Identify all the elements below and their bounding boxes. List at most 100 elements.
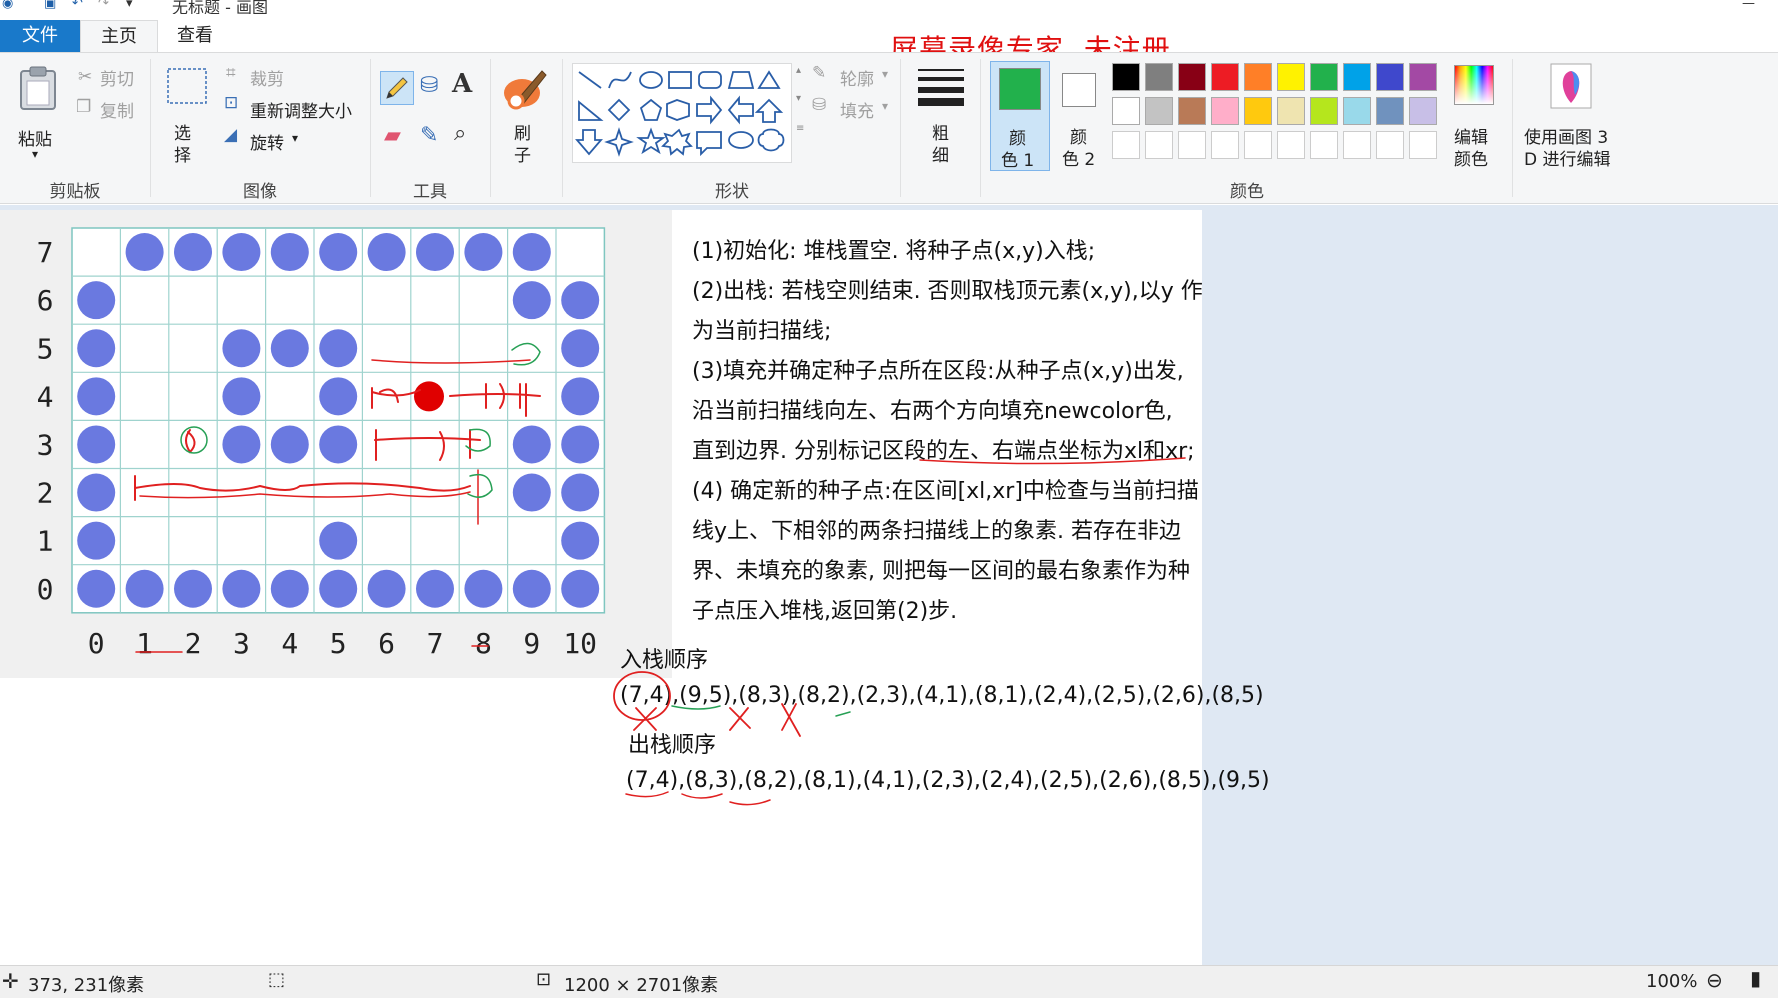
palette-swatch[interactable] — [1244, 131, 1272, 159]
copy-icon: ❐ — [76, 97, 92, 117]
palette-swatch[interactable] — [1277, 63, 1305, 91]
palette-swatch[interactable] — [1178, 97, 1206, 125]
palette-swatch[interactable] — [1409, 131, 1437, 159]
boundary-pixel-dot — [464, 233, 503, 272]
rotate-button[interactable]: 旋转 — [250, 129, 284, 154]
description-line: (4) 确定新的种子点:在区间[xl,xr]中检查与当前扫描 — [692, 479, 1199, 504]
palette-swatch[interactable] — [1112, 63, 1140, 91]
description-line: (3)填充并确定种子点所在区段:从种子点(x,y)出发, — [692, 359, 1184, 384]
palette-swatch[interactable] — [1376, 63, 1404, 91]
select-label: 选择 — [174, 124, 191, 166]
quick-access-dropdown-icon[interactable]: ▾ — [126, 0, 133, 11]
palette-swatch[interactable] — [1145, 131, 1173, 159]
shapes-scroll-down-icon[interactable]: ▾ — [796, 93, 801, 104]
outline-icon: ✎ — [812, 63, 827, 83]
boundary-pixel-dot — [464, 569, 503, 608]
x-axis-label: 7 — [427, 627, 444, 660]
color1-label-line2: 色 1 — [1001, 151, 1035, 171]
pencil-tool-button[interactable] — [380, 71, 414, 105]
edit-colors-button[interactable]: 编辑 颜色 — [1446, 59, 1502, 170]
palette-swatch[interactable] — [1112, 131, 1140, 159]
boundary-pixel-dot — [416, 233, 454, 272]
fill-dropdown-icon[interactable]: ▾ — [882, 99, 888, 113]
copy-button[interactable]: 复制 — [100, 97, 134, 122]
palette-swatch[interactable] — [1211, 97, 1239, 125]
brushes-button[interactable]: 刷子 — [496, 59, 554, 179]
palette-swatch[interactable] — [1277, 97, 1305, 125]
group-divider — [900, 59, 901, 197]
group-divider — [370, 59, 371, 197]
shapes-scroll-up-icon[interactable]: ▴ — [796, 65, 801, 76]
fill-button[interactable]: 填充 — [840, 97, 874, 122]
seed-point-dot — [414, 381, 444, 412]
palette-swatch[interactable] — [1178, 63, 1206, 91]
color1-button[interactable]: 颜 色 1 — [990, 61, 1050, 171]
group-divider — [490, 59, 491, 197]
boundary-pixel-dot — [77, 281, 116, 320]
minimize-icon[interactable]: — — [1742, 0, 1755, 11]
boundary-pixel-dot — [125, 569, 164, 608]
color2-button[interactable]: 颜 色 2 — [1054, 61, 1110, 171]
outline-dropdown-icon[interactable]: ▾ — [882, 67, 888, 81]
tab-view[interactable]: 查看 — [160, 20, 230, 52]
redo-icon[interactable]: ↷ — [98, 0, 109, 11]
rotate-dropdown-icon[interactable]: ▾ — [292, 131, 298, 145]
boundary-pixel-dot — [512, 569, 551, 608]
cursor-position: 373, 231像素 — [28, 975, 145, 996]
palette-swatch[interactable] — [1211, 63, 1239, 91]
palette-swatch[interactable] — [1277, 131, 1305, 159]
tab-file[interactable]: 文件 — [0, 20, 80, 52]
zoom-out-icon[interactable]: ⊖ — [1706, 968, 1723, 992]
outline-button[interactable]: 轮廓 — [840, 65, 874, 90]
crop-button[interactable]: 裁剪 — [250, 65, 284, 90]
palette-swatch[interactable] — [1112, 97, 1140, 125]
chevron-down-icon: ▾ — [32, 147, 39, 161]
palette-swatch[interactable] — [1343, 63, 1371, 91]
palette-swatch[interactable] — [1409, 63, 1437, 91]
save-icon[interactable]: ▣ — [44, 0, 56, 11]
clipboard-group-label: 剪贴板 — [49, 182, 101, 202]
palette-swatch[interactable] — [1310, 97, 1338, 125]
shapes-gallery[interactable] — [572, 63, 792, 163]
boundary-pixel-dot — [416, 569, 454, 608]
resize-icon: ⊡ — [224, 93, 239, 113]
palette-swatch[interactable] — [1376, 131, 1404, 159]
boundary-pixel-dot — [270, 569, 309, 608]
palette-swatch[interactable] — [1310, 63, 1338, 91]
palette-swatch[interactable] — [1343, 97, 1371, 125]
boundary-pixel-dot — [77, 521, 116, 560]
description-line: (1)初始化: 堆栈置空. 将种子点(x,y)入栈; — [692, 239, 1096, 264]
palette-swatch[interactable] — [1211, 131, 1239, 159]
shapes-expand-icon[interactable]: ≡ — [796, 123, 804, 134]
push-order-label: 入栈顺序 — [620, 648, 709, 673]
undo-icon[interactable]: ↶ — [72, 0, 83, 11]
palette-swatch[interactable] — [1310, 131, 1338, 159]
ribbon: 粘贴 ▾ ✂ 剪切 ❐ 复制 剪贴板 选择 ⌗ 裁剪 ⊡ 重新调整大小 ◢ 旋转… — [0, 52, 1778, 204]
resize-button[interactable]: 重新调整大小 — [250, 97, 352, 122]
boundary-pixel-dot — [561, 521, 600, 560]
color-picker-icon[interactable]: ✎ — [420, 123, 438, 148]
palette-swatch[interactable] — [1244, 63, 1272, 91]
x-axis-label: 8 — [475, 627, 492, 660]
palette-swatch[interactable] — [1178, 131, 1206, 159]
palette-swatch[interactable] — [1244, 97, 1272, 125]
eraser-icon[interactable]: ▰ — [384, 123, 401, 148]
zoom-slider-thumb[interactable]: ▮ — [1750, 966, 1761, 990]
fill-bucket-icon[interactable]: ⛁ — [420, 73, 438, 98]
paint3d-button[interactable]: 使用画图 3 D 进行编辑 — [1520, 59, 1620, 170]
size-button[interactable]: 粗细 — [910, 59, 970, 179]
paste-button[interactable]: 粘贴 ▾ — [10, 59, 64, 169]
cut-button[interactable]: 剪切 — [100, 65, 134, 90]
palette-swatch[interactable] — [1145, 97, 1173, 125]
tab-home[interactable]: 主页 — [80, 20, 158, 52]
magnifier-icon[interactable]: ⌕ — [454, 121, 466, 146]
text-tool-icon[interactable]: A — [452, 69, 472, 99]
boundary-pixel-dot — [561, 473, 600, 512]
palette-swatch[interactable] — [1409, 97, 1437, 125]
palette-swatch[interactable] — [1343, 131, 1371, 159]
window-title: 无标题 - 画图 — [172, 0, 268, 14]
palette-swatch[interactable] — [1145, 63, 1173, 91]
x-axis-label: 9 — [523, 627, 540, 660]
select-button[interactable]: 选择 — [160, 59, 210, 169]
palette-swatch[interactable] — [1376, 97, 1404, 125]
